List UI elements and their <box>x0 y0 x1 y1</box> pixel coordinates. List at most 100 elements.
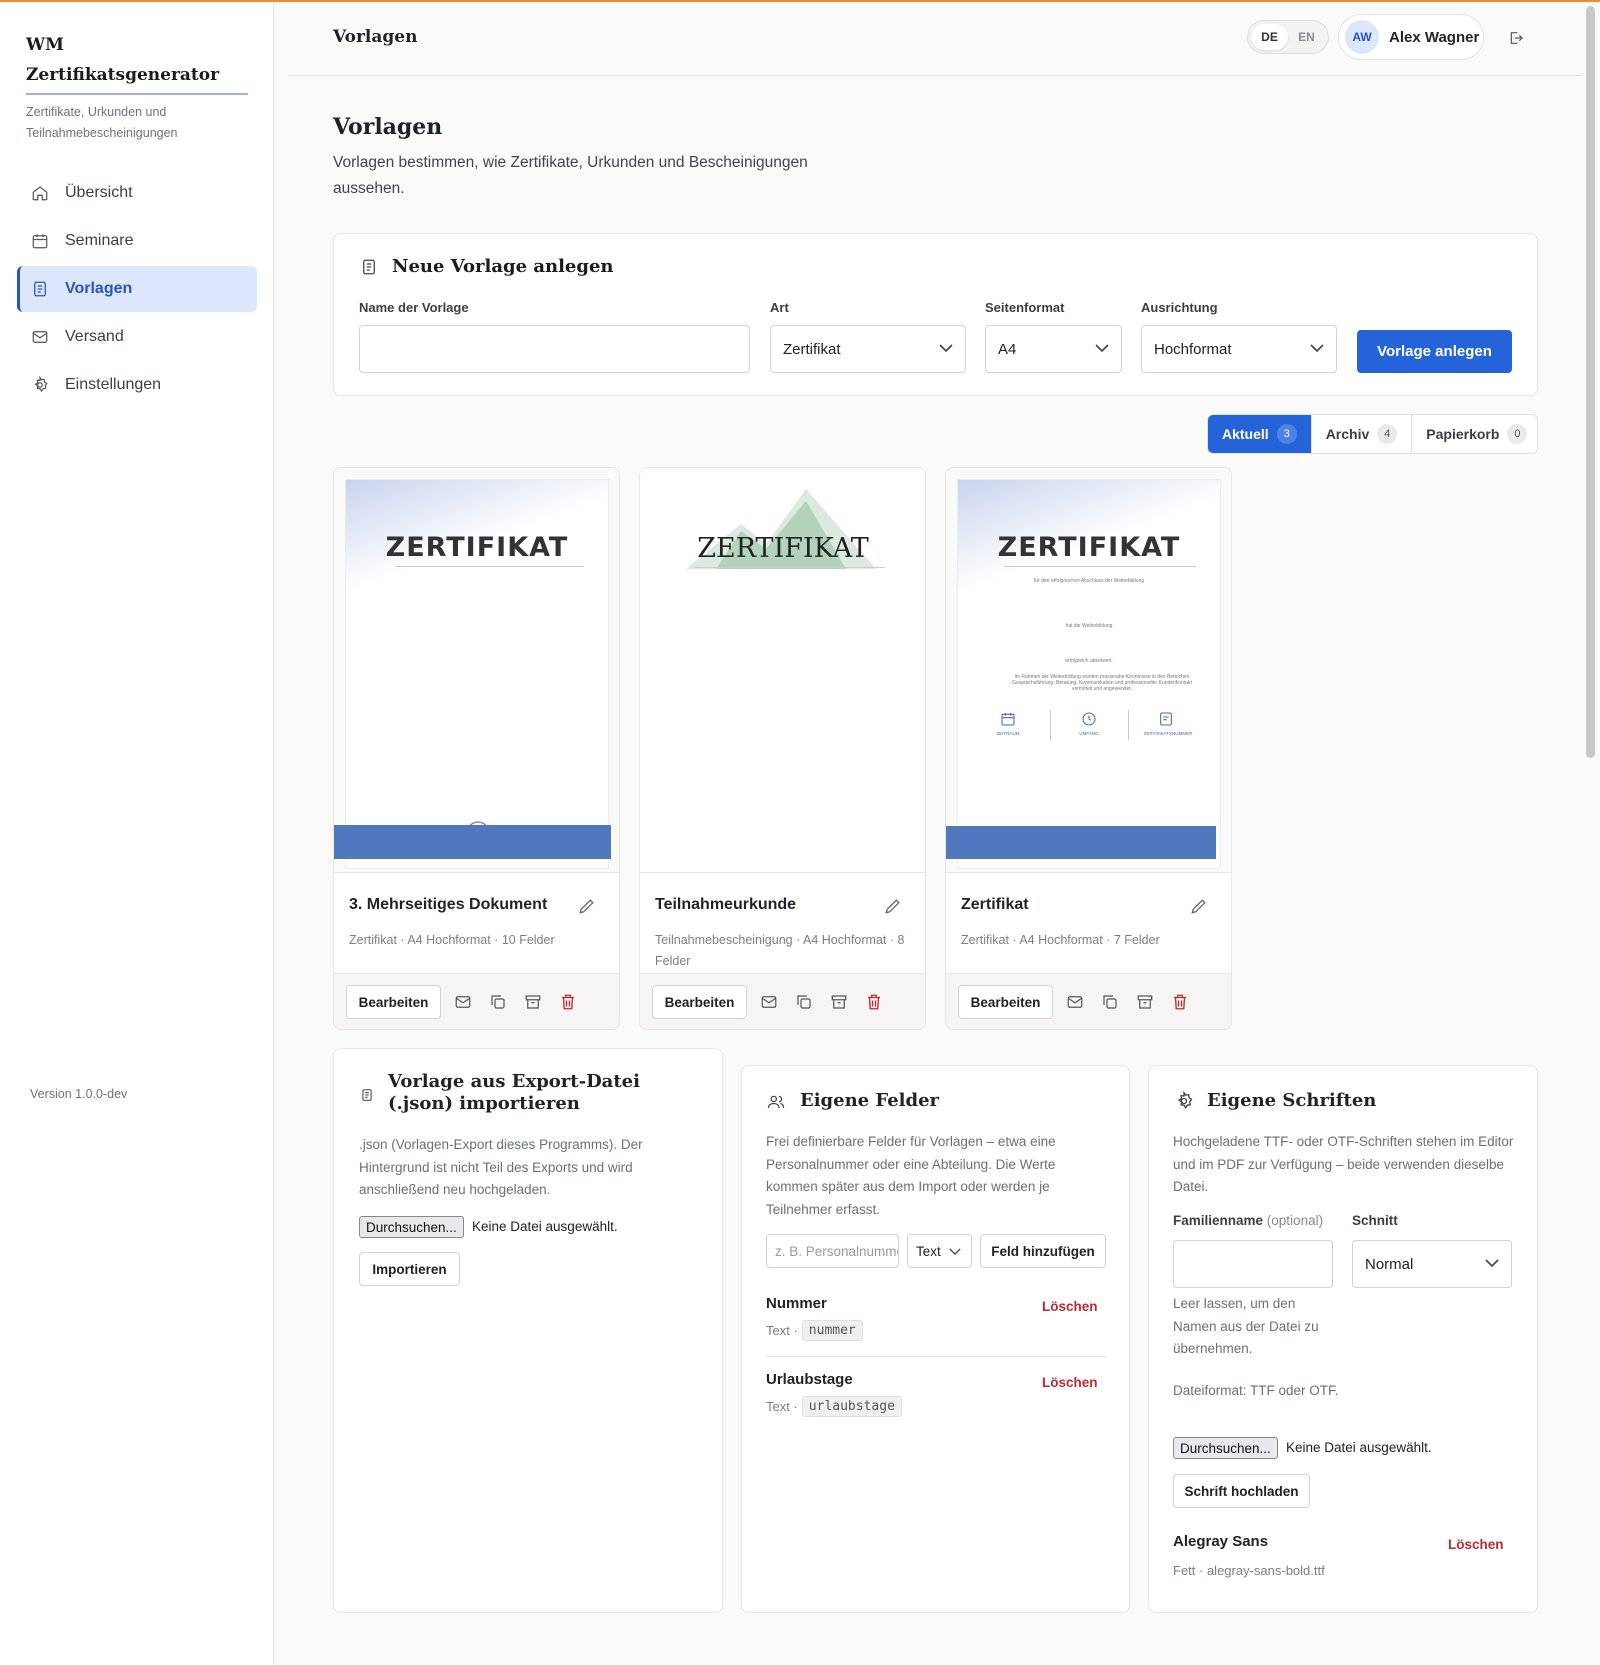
page-description: Vorlagen bestimmen, wie Zertifikate, Urk… <box>333 154 808 197</box>
app-tagline: Zertifikate, Urkunden und Teilnahmebesch… <box>26 105 178 140</box>
copy-icon[interactable] <box>795 993 813 1011</box>
pencil-icon[interactable] <box>577 896 597 916</box>
import-browse-button[interactable]: Durchsuchen... <box>359 1216 464 1238</box>
edit-button[interactable]: Bearbeiten <box>652 985 747 1019</box>
field-key: nummer <box>801 1320 863 1341</box>
trash-icon[interactable] <box>865 993 883 1011</box>
pencil-icon[interactable] <box>883 896 903 916</box>
template-thumbnail-area: ZERTIFIKAT <box>334 468 619 873</box>
font-no-file: Keine Datei ausgewählt. <box>1286 1440 1432 1455</box>
template-meta: Zertifikat · A4 Hochformat · 7 Felder <box>961 933 1160 947</box>
document-icon <box>31 280 49 298</box>
thumbnail-line-3: erfolgreich absolviert. <box>1065 658 1113 664</box>
import-no-file: Keine Datei ausgewählt. <box>472 1219 618 1234</box>
font-family-input[interactable] <box>1173 1240 1333 1288</box>
page-title: Vorlagen <box>333 114 443 140</box>
clock-icon <box>1081 711 1097 727</box>
tab-papierkorb[interactable]: Papierkorb 0 <box>1412 415 1537 453</box>
sidebar-item-versand[interactable]: Versand <box>17 314 257 360</box>
sidebar-item-vorlagen[interactable]: Vorlagen <box>17 266 257 312</box>
trash-icon[interactable] <box>559 993 577 1011</box>
chevron-down-icon <box>1095 344 1109 353</box>
font-meta: Fett · alegray-sans-bold.ttf <box>1173 1563 1325 1578</box>
template-meta: Teilnahmebescheinigung · A4 Hochformat ·… <box>655 933 905 968</box>
import-button[interactable]: Importieren <box>359 1252 460 1286</box>
font-name: Alegray Sans <box>1173 1533 1269 1550</box>
copy-icon[interactable] <box>1101 993 1119 1011</box>
gear-icon <box>1174 1090 1194 1111</box>
main-nav: Übersicht Seminare Vorlagen Versand Eins… <box>17 170 257 410</box>
field-type: Text · <box>766 1323 798 1338</box>
orientation-select[interactable]: Hochformat <box>1141 325 1337 373</box>
template-thumbnail-area: ZERTIFIKAT für den erfolgreichen Abschlu… <box>946 468 1231 873</box>
template-card[interactable]: ZERTIFIKAT für den erfolgreichen Abschlu… <box>945 467 1232 1030</box>
template-thumbnail[interactable]: ZERTIFIKAT <box>651 479 915 869</box>
sidebar-item-seminare[interactable]: Seminare <box>17 218 257 264</box>
lang-en-button[interactable]: EN <box>1288 24 1325 50</box>
mail-icon[interactable] <box>760 993 778 1011</box>
edit-button[interactable]: Bearbeiten <box>958 985 1053 1019</box>
copy-icon[interactable] <box>489 993 507 1011</box>
template-actions: Bearbeiten <box>640 973 925 1029</box>
new-template-title: Neue Vorlage anlegen <box>392 256 614 277</box>
field-name-input[interactable]: z. B. Personalnummer <box>766 1234 899 1268</box>
field-meta: Text · nummer <box>766 1320 863 1341</box>
mail-icon[interactable] <box>1066 993 1084 1011</box>
tab-count-badge: 3 <box>1276 424 1297 444</box>
font-browse-button[interactable]: Durchsuchen... <box>1173 1437 1278 1459</box>
template-name: 3. Mehrseitiges Dokument <box>349 896 548 913</box>
template-thumbnail[interactable]: ZERTIFIKAT für den erfolgreichen Abschlu… <box>957 479 1221 869</box>
template-card[interactable]: ZERTIFIKAT 3. Mehrseitiges Dokument Zert… <box>333 467 620 1030</box>
thumbnail-col-2: UMFANG <box>1079 731 1099 736</box>
sidebar-item-uebersicht[interactable]: Übersicht <box>17 170 257 216</box>
import-title: Vorlage aus Export-Datei (.json) importi… <box>388 1071 640 1114</box>
calendar-icon <box>31 232 49 250</box>
delete-field-button[interactable]: Löschen <box>1042 1299 1098 1314</box>
add-field-button[interactable]: Feld hinzufügen <box>980 1234 1106 1268</box>
format-select[interactable]: A4 <box>985 325 1122 373</box>
home-icon <box>31 184 49 202</box>
optional-hint: (optional) <box>1266 1213 1324 1228</box>
thumbnail-divider <box>1128 710 1129 740</box>
delete-field-button[interactable]: Löschen <box>1042 1375 1098 1390</box>
archive-icon[interactable] <box>830 993 848 1011</box>
upload-font-button[interactable]: Schrift hochladen <box>1173 1474 1310 1508</box>
type-label: Art <box>770 300 789 315</box>
thumbnail-title: ZERTIFIKAT <box>997 532 1181 563</box>
pencil-icon[interactable] <box>1189 896 1209 916</box>
archive-icon[interactable] <box>1136 993 1154 1011</box>
trash-icon[interactable] <box>1171 993 1189 1011</box>
mail-icon[interactable] <box>454 993 472 1011</box>
users-icon <box>767 1093 785 1111</box>
logout-icon[interactable] <box>1508 30 1524 46</box>
font-style-value: Normal <box>1365 1255 1414 1273</box>
edit-button[interactable]: Bearbeiten <box>346 985 441 1019</box>
sidebar-item-einstellungen[interactable]: Einstellungen <box>17 362 257 408</box>
tab-archiv[interactable]: Archiv 4 <box>1312 415 1413 453</box>
thumbnail-title: ZERTIFIKAT <box>697 533 869 564</box>
font-format-hint: Dateiformat: TTF oder OTF. <box>1173 1383 1339 1398</box>
field-key: urlaubstage <box>801 1396 902 1417</box>
gear-icon <box>31 376 49 394</box>
user-menu[interactable]: AW Alex Wagner <box>1338 14 1484 60</box>
field-type-select[interactable]: Text <box>907 1234 972 1268</box>
template-name-input[interactable] <box>359 325 750 373</box>
app-brand[interactable]: WM Zertifikatsgenerator <box>26 30 219 90</box>
type-select[interactable]: Zertifikat <box>770 325 966 373</box>
tab-aktuell[interactable]: Aktuell 3 <box>1208 415 1312 453</box>
delete-font-button[interactable]: Löschen <box>1448 1537 1504 1552</box>
template-card[interactable]: ZERTIFIKAT Teilnahmeurkunde Teilnahmebes… <box>639 467 926 1030</box>
font-style-select[interactable]: Normal <box>1352 1240 1512 1288</box>
template-thumbnail[interactable]: ZERTIFIKAT <box>345 479 609 869</box>
template-status-tabs: Aktuell 3 Archiv 4 Papierkorb 0 <box>1207 414 1538 454</box>
custom-fields-card: Eigene Felder Frei definierbare Felder f… <box>741 1065 1130 1613</box>
scrollbar-thumb[interactable] <box>1586 6 1595 758</box>
thumbnail-line-2: hat die Weiterbildung <box>1065 623 1113 629</box>
template-name: Teilnahmeurkunde <box>655 896 797 913</box>
create-template-button[interactable]: Vorlage anlegen <box>1357 330 1512 373</box>
lang-de-button[interactable]: DE <box>1251 24 1288 50</box>
tab-label: Aktuell <box>1222 426 1269 442</box>
chevron-down-icon <box>949 1248 961 1256</box>
sidebar-item-label: Übersicht <box>65 184 133 201</box>
archive-icon[interactable] <box>524 993 542 1011</box>
